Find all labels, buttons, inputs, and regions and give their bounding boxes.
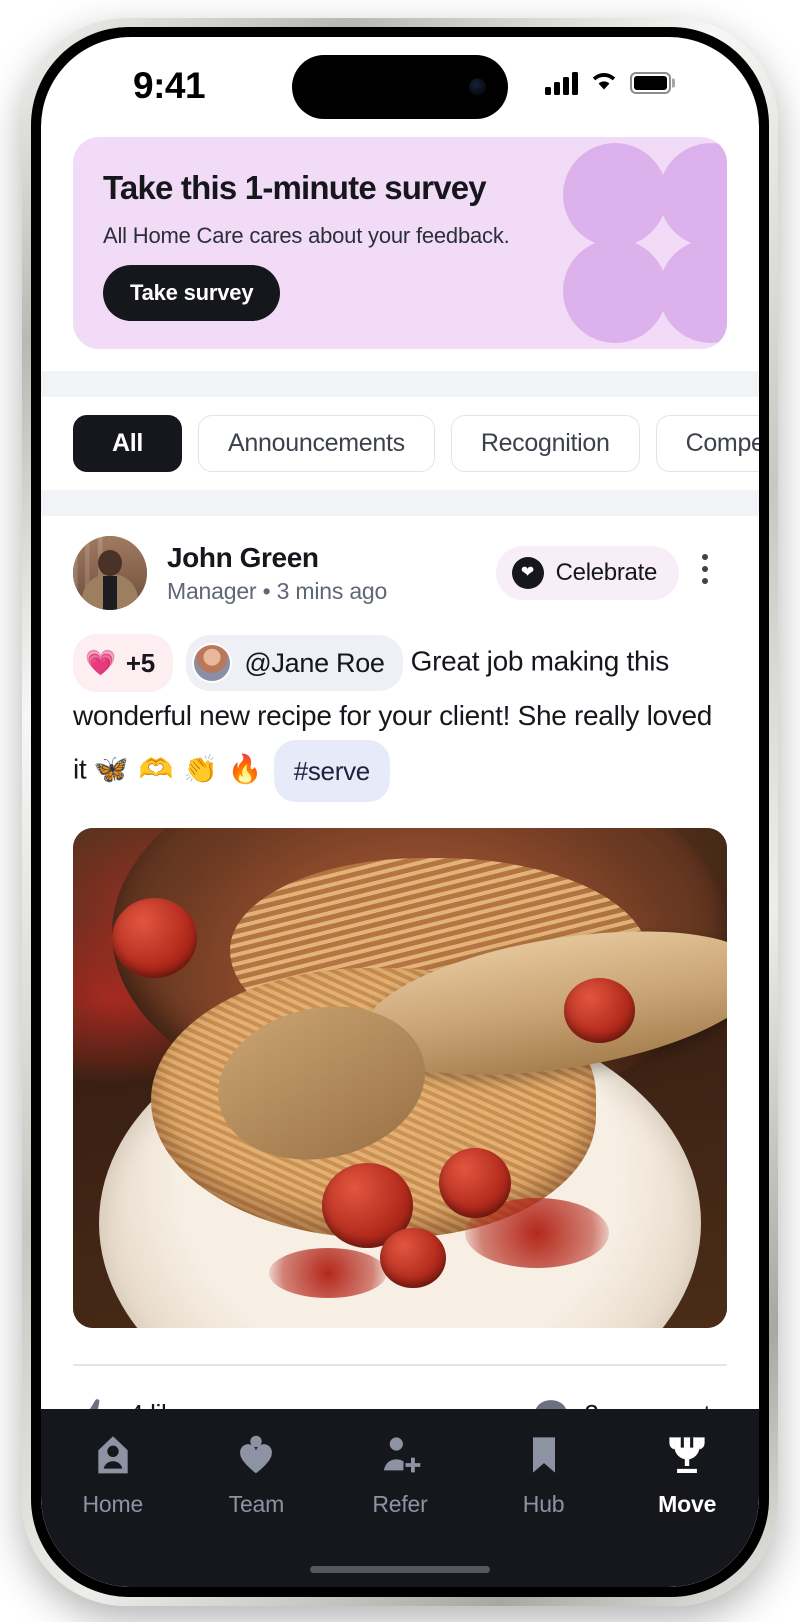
reaction-chip[interactable]: 💗 +5 [73, 634, 173, 692]
tab-competitions[interactable]: Compet [655, 415, 759, 472]
bottom-navigation: Home Team Refer Hub Move [41, 1409, 759, 1587]
hashtag-chip[interactable]: #serve [273, 740, 390, 802]
winged-heart-icon: 💗 [85, 648, 116, 677]
battery-full-icon [630, 71, 675, 94]
nav-item-move[interactable]: Move [615, 1433, 759, 1518]
nav-item-team[interactable]: Team [185, 1433, 329, 1518]
survey-banner-wrapper: Take this 1-minute survey All Home Care … [41, 137, 759, 349]
tab-announcements[interactable]: Announcements [198, 415, 435, 472]
feed-post: John Green Manager • 3 mins ago ❤ Celebr… [41, 516, 759, 1434]
cellular-bars-icon [545, 71, 578, 95]
home-person-icon [91, 1433, 135, 1477]
post-image[interactable] [73, 828, 727, 1328]
feed-filter-tabs[interactable]: All Announcements Recognition Compet [41, 397, 759, 490]
section-gap-2 [41, 490, 759, 516]
mention-avatar [192, 643, 233, 683]
nav-label-hub: Hub [522, 1491, 565, 1517]
post-emojis: 🦋 🫶 👏 🔥 [93, 753, 264, 785]
nav-item-home[interactable]: Home [41, 1433, 185, 1518]
post-author-name: John Green [167, 541, 319, 573]
trophy-icon [665, 1433, 709, 1477]
status-bar-time: 9:41 [133, 65, 206, 106]
heart-badge-icon: ❤ [511, 557, 544, 589]
post-body: 💗 +5 @Jane Roe Great job making this won… [73, 634, 727, 802]
wifi-icon [589, 69, 619, 96]
nav-label-move: Move [658, 1491, 717, 1517]
bookmark-icon [522, 1433, 566, 1477]
survey-banner: Take this 1-minute survey All Home Care … [73, 137, 727, 349]
nav-label-home: Home [82, 1491, 144, 1517]
nav-label-team: Team [228, 1491, 285, 1517]
screenshot-scene: 9:41 Take this 1-minute survey All Home … [0, 0, 800, 1622]
nav-item-refer[interactable]: Refer [328, 1433, 472, 1518]
celebrate-label: Celebrate [555, 559, 658, 586]
front-camera-icon [469, 78, 486, 96]
survey-subtitle: All Home Care cares about your feedback. [103, 223, 510, 248]
survey-title: Take this 1-minute survey [103, 169, 487, 206]
status-bar-indicators [545, 69, 675, 96]
post-author-meta: Manager • 3 mins ago [167, 577, 388, 604]
section-gap [41, 371, 759, 397]
nav-label-refer: Refer [372, 1491, 428, 1517]
tab-all[interactable]: All [73, 415, 183, 472]
home-indicator[interactable] [310, 1566, 490, 1573]
kebab-menu-icon[interactable] [691, 550, 719, 588]
phone-screen: 9:41 Take this 1-minute survey All Home … [41, 37, 759, 1587]
take-survey-button[interactable]: Take survey [103, 265, 281, 321]
person-add-icon [378, 1433, 422, 1477]
mention-name: @Jane Roe [244, 648, 385, 678]
status-bar: 9:41 [41, 37, 759, 137]
clover-decoration-icon [563, 143, 727, 343]
dynamic-island [292, 55, 508, 119]
app-content: Take this 1-minute survey All Home Care … [41, 137, 759, 1587]
celebrate-badge[interactable]: ❤ Celebrate [495, 546, 679, 600]
mention-chip[interactable]: @Jane Roe [186, 635, 403, 691]
nav-item-hub[interactable]: Hub [472, 1433, 616, 1518]
reaction-count: +5 [125, 648, 155, 678]
tab-recognition[interactable]: Recognition [450, 415, 640, 472]
avatar[interactable] [73, 536, 147, 610]
post-header: John Green Manager • 3 mins ago ❤ Celebr… [73, 516, 727, 610]
post-author-block: John Green Manager • 3 mins ago [167, 542, 387, 605]
team-heart-icon [234, 1433, 278, 1477]
